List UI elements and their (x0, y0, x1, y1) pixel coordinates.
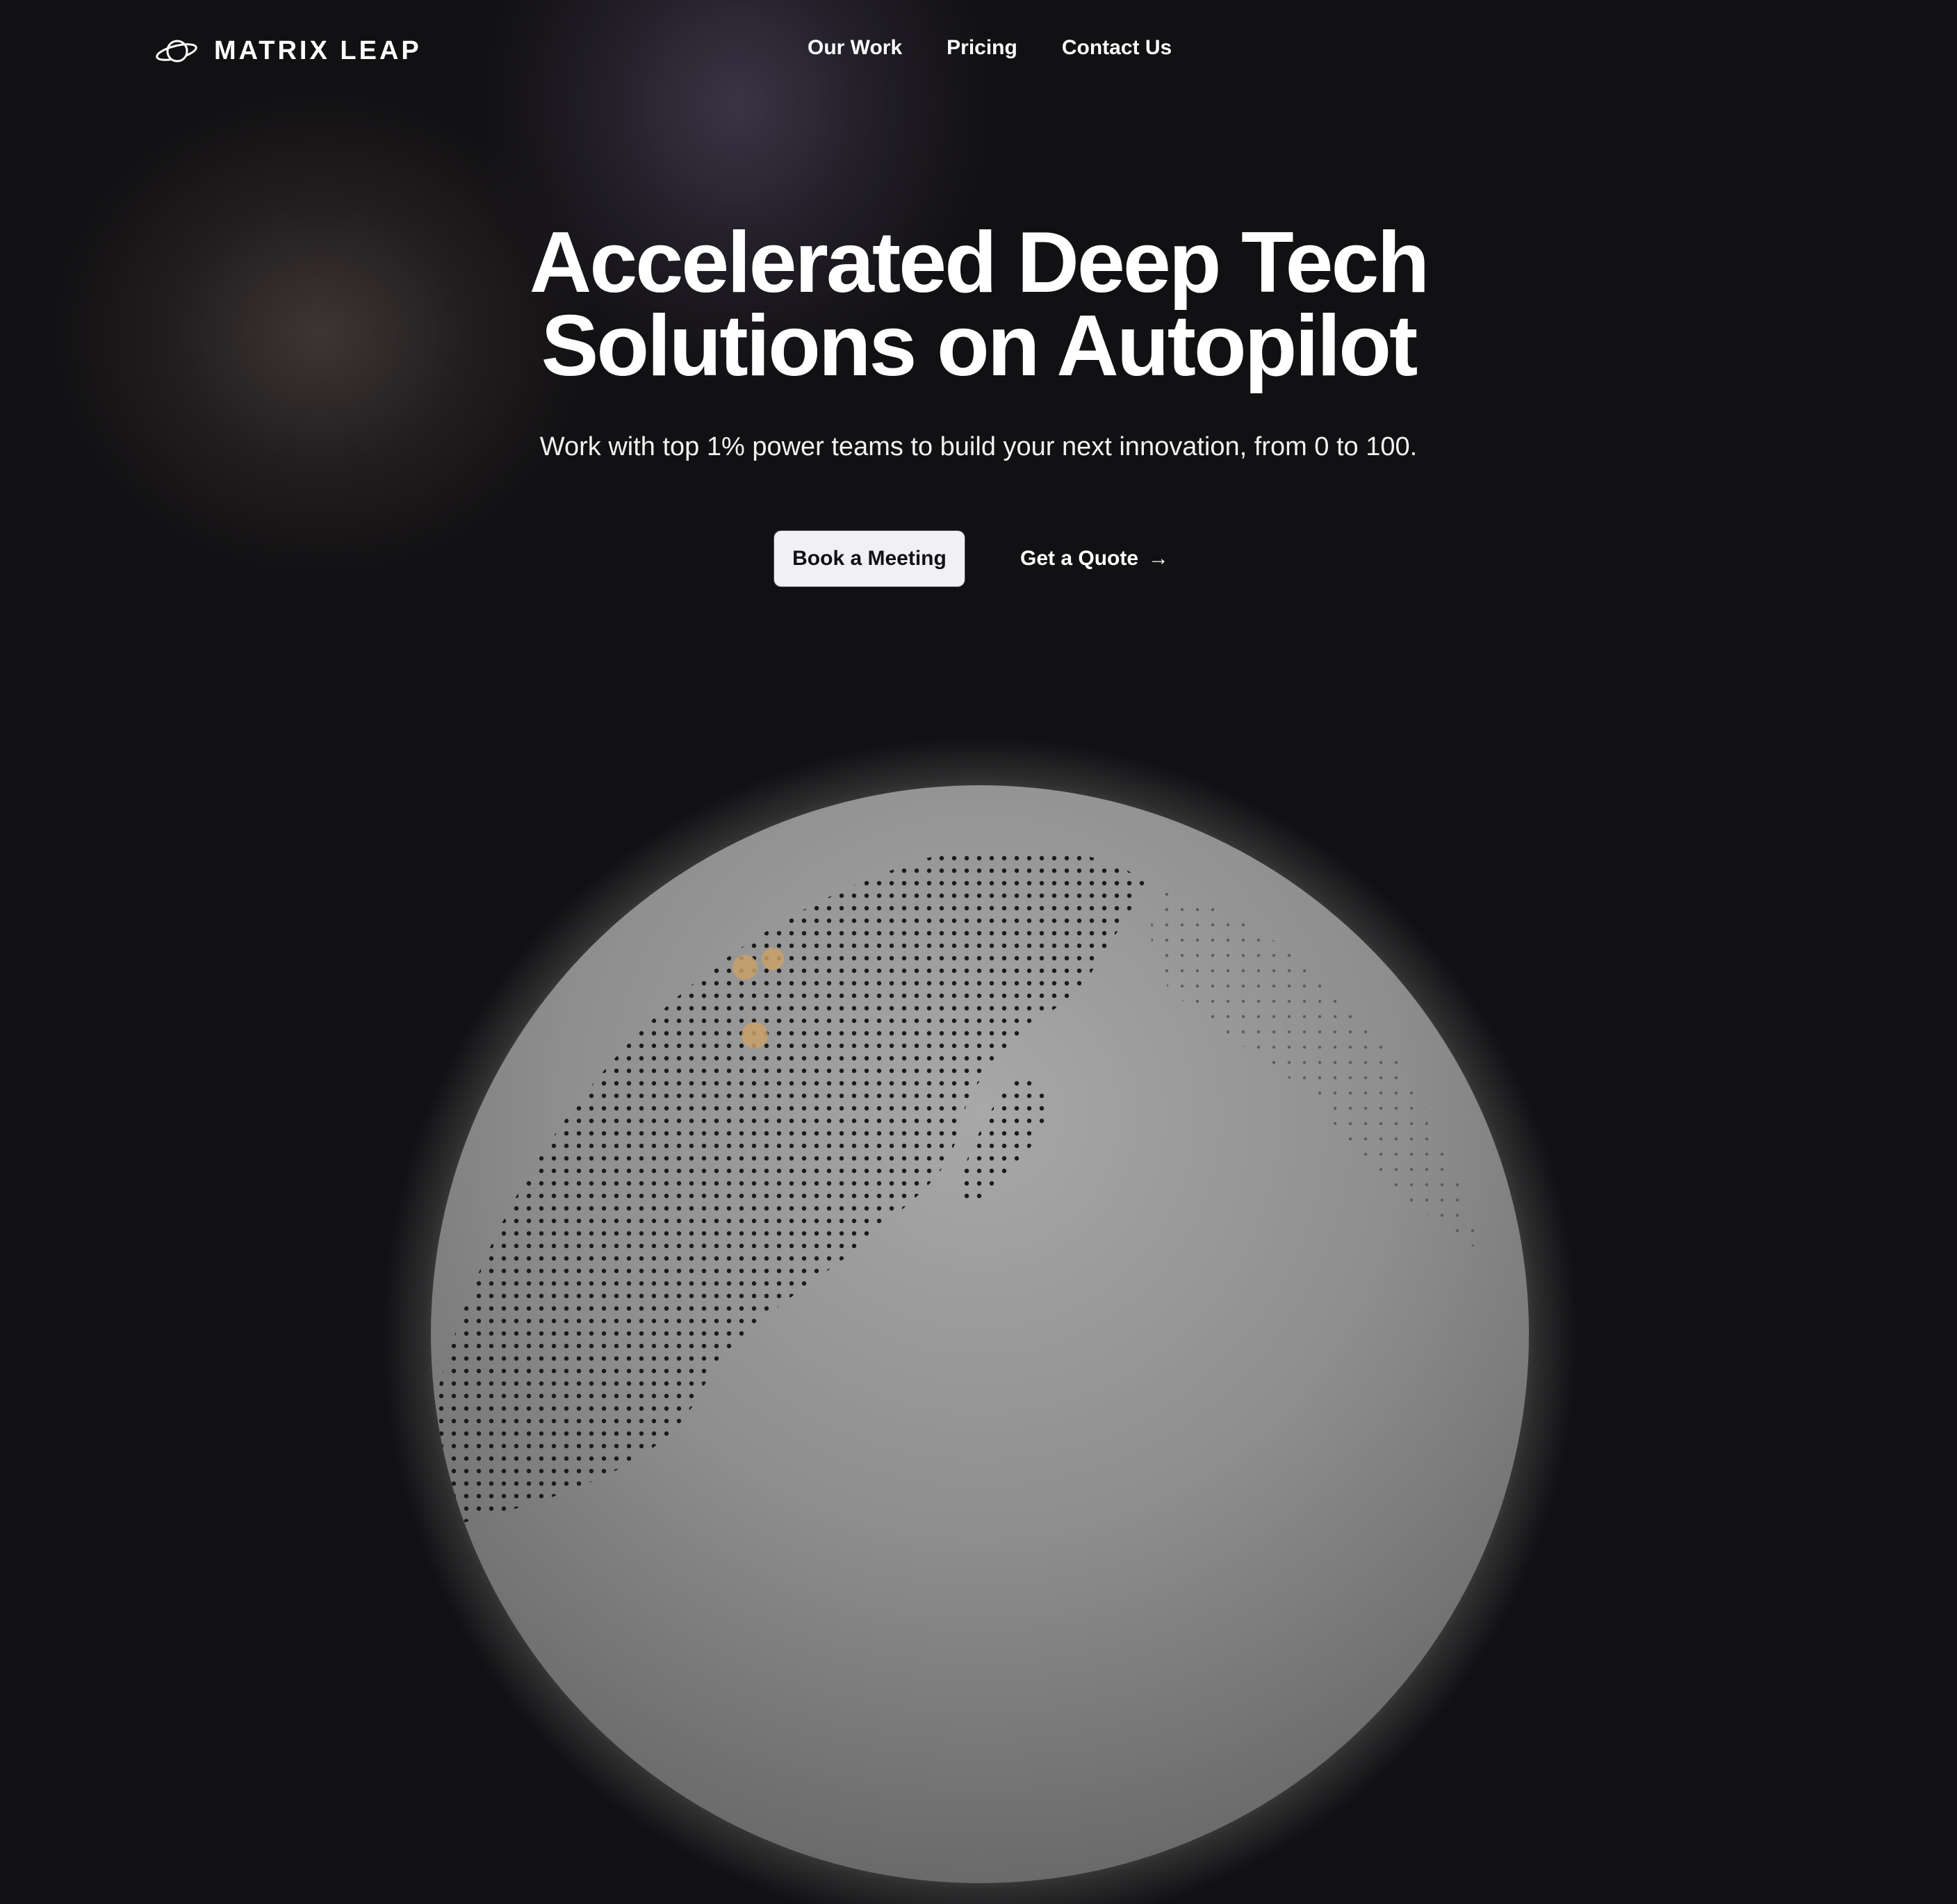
hero-title-line-2: Solutions on Autopilot (541, 298, 1418, 394)
hero-title-line-1: Accelerated Deep Tech (529, 215, 1430, 311)
globe-marker (742, 1022, 768, 1049)
brand-logo-link[interactable]: MATRIX LEAP (154, 33, 422, 68)
top-navigation: MATRIX LEAP Our Work Pricing Contact Us (0, 0, 1957, 104)
brand-name: MATRIX LEAP (214, 35, 422, 65)
arrow-right-icon: → (1148, 547, 1170, 570)
get-quote-label: Get a Quote (1020, 547, 1139, 570)
book-meeting-button[interactable]: Book a Meeting (774, 531, 965, 586)
nav-link-contact-us[interactable]: Contact Us (1062, 36, 1172, 60)
hero-cta-row: Book a Meeting Get a Quote → (0, 530, 1957, 586)
get-quote-button[interactable]: Get a Quote → (1006, 531, 1183, 586)
hero-title: Accelerated Deep Tech Solutions on Autop… (0, 215, 1957, 394)
globe-marker (762, 948, 784, 970)
globe-marker (732, 955, 758, 980)
planet-icon (156, 40, 197, 63)
nav-link-pricing[interactable]: Pricing (947, 36, 1017, 60)
nav-link-our-work[interactable]: Our Work (808, 36, 902, 60)
globe-illustration (382, 737, 1578, 1904)
nav-links: Our Work Pricing Contact Us (808, 36, 1172, 60)
hero-globe (382, 737, 1578, 1904)
hero-subtitle: Work with top 1% power teams to build yo… (539, 432, 1418, 461)
